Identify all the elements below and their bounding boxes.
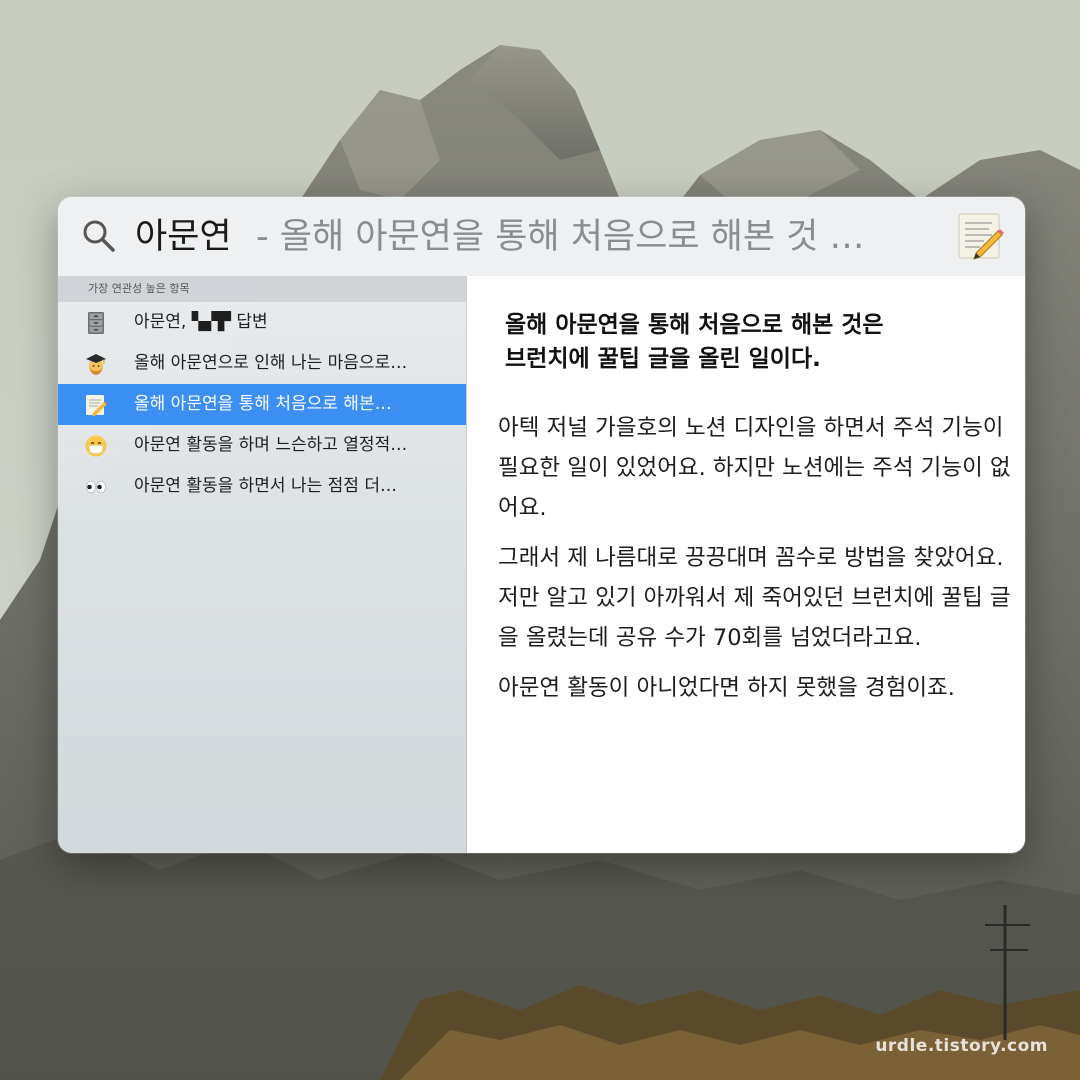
search-query[interactable]: 아문연: [135, 215, 232, 259]
memo-icon: [84, 393, 108, 417]
preview-pane: 올해 아문연을 통해 처음으로 해본 것은 브런치에 꿀팁 글을 올린 일이다.…: [467, 276, 1025, 853]
preview-headline: 올해 아문연을 통해 처음으로 해본 것은 브런치에 꿀팁 글을 올린 일이다.: [505, 308, 1005, 376]
spotlight-window: 아문연 - 올해 아문연을 통해 처음으로 해본 것 … 가장 연관성 높은 항…: [58, 197, 1025, 853]
watermark: urdle.tistory.com: [875, 1036, 1048, 1056]
body-paragraph: 그래서 제 나름대로 끙끙대며 꼼수로 방법을 찾았어요. 저만 알고 있기 아…: [498, 545, 1011, 651]
result-item[interactable]: 아문연 활동을 하면서 나는 점점 더…: [58, 466, 466, 507]
search-completion: - 올해 아문연을 통해 처음으로 해본 것 …: [256, 217, 865, 257]
search-bar[interactable]: 아문연 - 올해 아문연을 통해 처음으로 해본 것 …: [58, 197, 1025, 277]
document-icon: [956, 211, 1004, 265]
result-label: 아문연, ▚▞▛ 답변: [134, 312, 268, 332]
result-item[interactable]: 아문연 활동을 하며 느슨하고 열정적…: [58, 425, 466, 466]
result-label: 아문연 활동을 하면서 나는 점점 더…: [134, 476, 397, 496]
headline-line: 올해 아문연을 통해 처음으로 해본 것은: [505, 312, 884, 338]
result-label: 아문연 활동을 하며 느슨하고 열정적…: [134, 435, 408, 455]
result-item[interactable]: 올해 아문연으로 인해 나는 마음으로…: [58, 343, 466, 384]
search-icon: [82, 219, 116, 257]
section-header: 가장 연관성 높은 항목: [58, 276, 466, 302]
body-paragraph: 아문연 활동이 아니었다면 하지 못했을 경험이죠.: [498, 675, 955, 701]
eyes-icon: [84, 475, 108, 499]
mask-face-icon: [84, 434, 108, 458]
result-item[interactable]: 아문연, ▚▞▛ 답변: [58, 302, 466, 343]
result-label: 올해 아문연으로 인해 나는 마음으로…: [134, 353, 408, 373]
preview-body: 아텍 저널 가을호의 노션 디자인을 하면서 주석 기능이 필요한 일이 있었어…: [498, 408, 1018, 718]
results-list: 가장 연관성 높은 항목 아문연, ▚▞▛ 답변 올해 아문연으로 인해 나는 …: [58, 276, 467, 853]
result-label: 올해 아문연을 통해 처음으로 해본…: [134, 394, 392, 414]
student-icon: [84, 352, 108, 376]
body-paragraph: 아텍 저널 가을호의 노션 디자인을 하면서 주석 기능이 필요한 일이 있었어…: [498, 415, 1011, 521]
file-cabinet-icon: [84, 311, 108, 335]
headline-line: 브런치에 꿀팁 글을 올린 일이다.: [505, 346, 821, 372]
result-item-selected[interactable]: 올해 아문연을 통해 처음으로 해본…: [58, 384, 466, 425]
